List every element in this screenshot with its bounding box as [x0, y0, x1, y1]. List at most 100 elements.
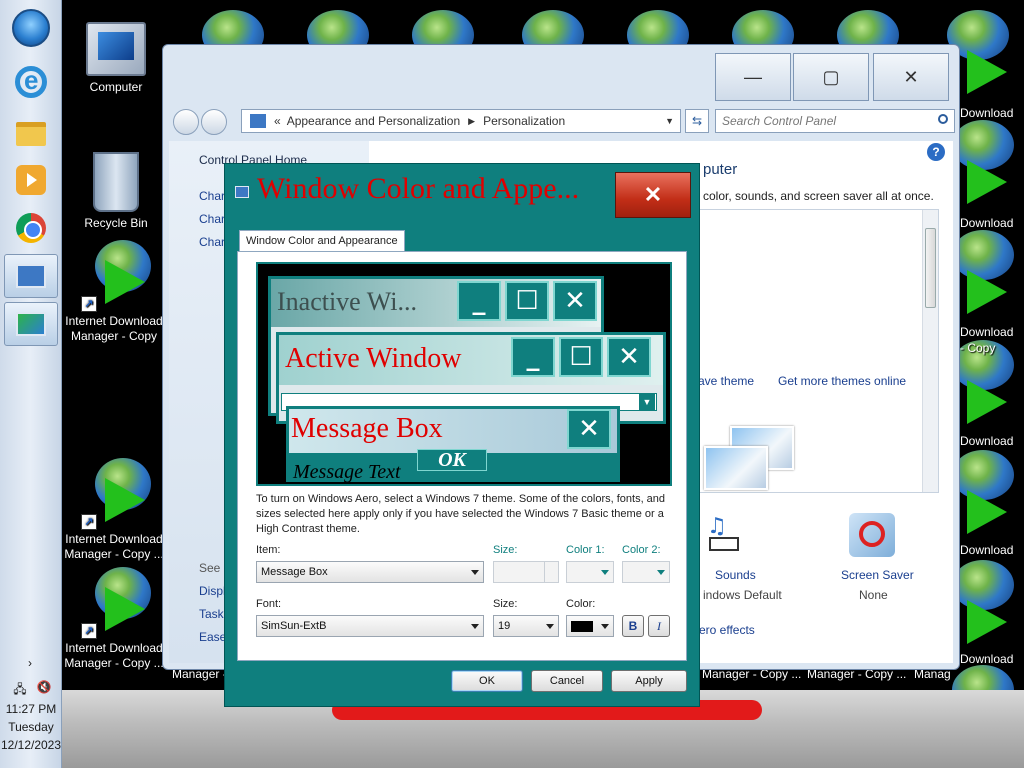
maximize-button[interactable]: ▢	[793, 53, 869, 101]
taskbar-control-panel[interactable]	[4, 254, 58, 298]
color1-label: Color 1:	[566, 544, 605, 556]
sounds-link[interactable]: Sounds	[715, 568, 756, 582]
back-button[interactable]	[173, 109, 199, 135]
aero-effects-link[interactable]: ero effects	[699, 623, 755, 637]
color1-picker[interactable]	[566, 561, 614, 583]
desktop-icon-label: Internet Download	[65, 532, 163, 546]
preview-dropdown-icon: ▼	[639, 393, 655, 411]
internet-explorer-icon	[15, 65, 47, 98]
refresh-button[interactable]: ⇆	[685, 109, 709, 133]
computer-icon	[86, 22, 146, 76]
display-link[interactable]: Displ	[199, 584, 226, 598]
help-icon[interactable]: ?	[927, 143, 945, 161]
minimize-button[interactable]: —	[715, 53, 791, 101]
themes-scrollbar[interactable]	[922, 210, 938, 492]
dialog-close-button[interactable]: ✕	[615, 172, 691, 218]
taskbar-media-player[interactable]	[4, 158, 58, 202]
desktop-icon-idm-copy-2[interactable]: ↗ Internet Download Manager - Copy ...	[64, 458, 164, 562]
apply-button[interactable]: Apply	[611, 670, 687, 692]
appearance-preview[interactable]: Inactive Wi... _ ☐ ✕ Active Window _ ☐ ✕…	[256, 262, 672, 486]
desktop-icon-label: Internet Download	[65, 641, 163, 655]
color2-label: Color 2:	[622, 544, 661, 556]
scroll-thumb[interactable]	[925, 228, 936, 308]
font-select[interactable]: SimSun-ExtB	[256, 615, 484, 637]
dropdown-arrow-icon	[471, 624, 479, 629]
left-nav-link[interactable]: Char	[199, 189, 225, 203]
desktop-icon-computer[interactable]: Computer	[66, 22, 166, 95]
taskbar: › 🖧 🔇 11:27 PM Tuesday 12/12/2023	[0, 0, 62, 768]
desktop-icon-label: Recycle Bin	[84, 216, 148, 230]
size-stepper[interactable]	[493, 561, 559, 583]
spin-arrows-icon[interactable]	[544, 562, 558, 582]
desktop-icon-idm-copy-3[interactable]: ↗ Internet Download Manager - Copy ...	[64, 567, 164, 671]
preview-maximize-icon: ☐	[559, 337, 603, 377]
preview-maximize-icon: ☐	[505, 281, 549, 321]
font-color-label: Color:	[566, 598, 596, 610]
preview-close-icon: ✕	[607, 337, 651, 377]
address-toolbar: « Appearance and Personalization ▶ Perso…	[169, 107, 955, 135]
taskbar-windows-explorer[interactable]	[4, 112, 58, 156]
intro-text: color, sounds, and screen saver all at o…	[703, 189, 934, 203]
item-select-value: Message Box	[261, 566, 328, 578]
arrow-decoration	[967, 600, 1007, 644]
cancel-button[interactable]: Cancel	[531, 670, 603, 692]
active-title-bar: Active Window	[279, 335, 663, 385]
desktop-icon-recycle-bin[interactable]: Recycle Bin	[66, 152, 166, 231]
screen-saver-icon[interactable]	[849, 513, 895, 557]
search-placeholder: Search Control Panel	[722, 114, 837, 128]
preview-ok-button: OK	[417, 449, 487, 471]
theme-thumbnail[interactable]	[704, 446, 768, 490]
volume-muted-icon[interactable]: 🔇	[34, 680, 54, 694]
taskbar-internet-explorer[interactable]	[4, 60, 58, 104]
ease-of-access-link[interactable]: Ease	[199, 630, 226, 644]
message-text: Message Text	[293, 461, 401, 483]
item-select[interactable]: Message Box	[256, 561, 484, 583]
clock-date[interactable]: 12/12/2023	[0, 738, 62, 752]
recycle-bin-icon	[93, 152, 139, 212]
left-nav-link[interactable]: Char	[199, 235, 225, 249]
address-bar[interactable]: « Appearance and Personalization ▶ Perso…	[241, 109, 681, 133]
close-button[interactable]: ✕	[873, 53, 949, 101]
network-icon[interactable]: 🖧	[10, 680, 30, 701]
dropdown-arrow-icon	[601, 570, 609, 575]
sounds-icon[interactable]: ♫	[703, 513, 747, 557]
color2-picker[interactable]	[622, 561, 670, 583]
clock-day[interactable]: Tuesday	[0, 720, 62, 734]
breadcrumb-appearance[interactable]: Appearance and Personalization	[287, 114, 460, 128]
font-size-label: Size:	[493, 598, 518, 610]
shortcut-arrow-icon: ↗	[81, 623, 97, 639]
personalization-icon	[16, 312, 46, 336]
start-button[interactable]	[4, 6, 58, 50]
window-color-dialog: Window Color and Appe... ✕ Window Color …	[224, 163, 700, 707]
tab-window-color-appearance[interactable]: Window Color and Appearance	[239, 230, 405, 252]
desktop-label: - Copy	[960, 341, 996, 355]
desktop-icon-idm-copy[interactable]: ↗ Internet Download Manager - Copy	[64, 240, 164, 344]
preview-message-box[interactable]: Message Box ✕ Message Text OK	[286, 406, 620, 483]
get-more-themes-link[interactable]: Get more themes online	[778, 374, 906, 388]
font-select-value: SimSun-ExtB	[261, 620, 327, 632]
taskbar-personalization[interactable]	[4, 302, 58, 346]
italic-toggle[interactable]: I	[648, 615, 670, 637]
screen-saver-link[interactable]: Screen Saver	[841, 568, 914, 582]
forward-button[interactable]	[201, 109, 227, 135]
clock-time[interactable]: 11:27 PM	[0, 702, 62, 716]
search-input[interactable]: Search Control Panel	[715, 109, 955, 133]
dropdown-arrow-icon	[657, 570, 665, 575]
left-nav-link[interactable]: Char	[199, 212, 225, 226]
preview-minimize-icon: _	[457, 281, 501, 321]
save-theme-link[interactable]: ave theme	[698, 374, 754, 388]
active-title: Active Window	[285, 343, 462, 374]
bold-toggle[interactable]: B	[622, 615, 644, 637]
dropdown-arrow-icon[interactable]: ▼	[665, 116, 674, 126]
breadcrumb-personalization[interactable]: Personalization	[483, 114, 565, 128]
media-player-icon	[16, 165, 46, 195]
ok-button[interactable]: OK	[451, 670, 523, 692]
font-size-select[interactable]: 19	[493, 615, 559, 637]
show-hidden-icons-chevron[interactable]: ›	[20, 656, 40, 670]
taskbar-link[interactable]: Task	[199, 607, 224, 621]
font-color-picker[interactable]	[566, 615, 614, 637]
chrome-icon	[16, 213, 46, 243]
taskbar-chrome[interactable]	[4, 206, 58, 250]
search-icon	[938, 114, 948, 124]
dropdown-arrow-icon	[601, 624, 609, 629]
